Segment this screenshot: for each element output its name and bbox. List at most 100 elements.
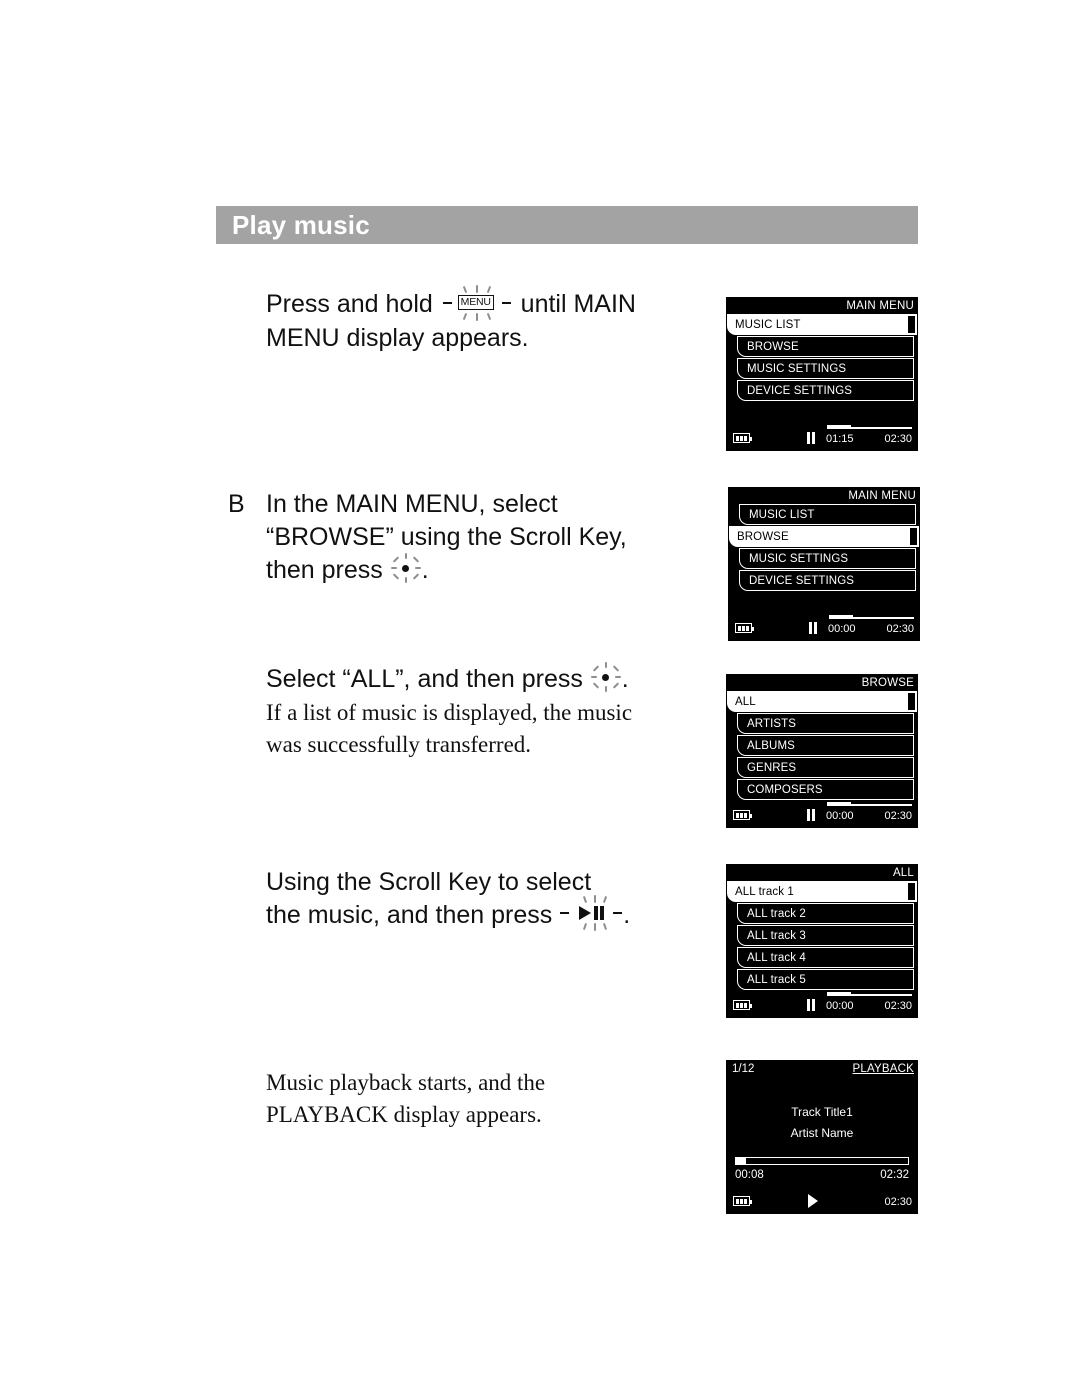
- list-item[interactable]: ALL: [727, 691, 917, 712]
- progress-bar[interactable]: [827, 992, 912, 996]
- artist-name: Artist Name: [790, 1126, 854, 1140]
- list-item[interactable]: ALBUMS: [727, 735, 917, 756]
- step-4: Using the Scroll Key to select the music…: [266, 866, 726, 932]
- list-item[interactable]: ALL track 5: [727, 969, 917, 990]
- list-item[interactable]: ALL track 3: [727, 925, 917, 946]
- list-item[interactable]: ALL track 4: [727, 947, 917, 968]
- play-triangle-icon: [579, 906, 592, 921]
- status-bar: 01:15 02:30: [727, 424, 917, 450]
- playback-progress-bar[interactable]: [735, 1157, 909, 1165]
- list-item-label: BROWSE: [747, 340, 799, 353]
- pause-icon: [807, 809, 816, 821]
- list-item[interactable]: COMPOSERS: [727, 779, 917, 800]
- screen-title: PLAYBACK: [852, 1063, 914, 1075]
- screen-title: MAIN MENU: [846, 300, 914, 312]
- menu-key-dash-left: [442, 302, 452, 305]
- step-3-note-2: was successfully transferred.: [266, 732, 532, 757]
- device-screen-all-tracks: ALL ALL track 1 ALL track 2 ALL track 3 …: [726, 864, 918, 1018]
- progress-bar[interactable]: [829, 615, 914, 619]
- device-screen-main-menu-1: MAIN MENU MUSIC LIST BROWSE MUSIC SETTIN…: [726, 297, 918, 451]
- scroll-key-center-icon: [390, 553, 421, 584]
- list-item[interactable]: BROWSE: [729, 526, 919, 547]
- list-item-label: MUSIC SETTINGS: [749, 552, 849, 565]
- pause-icon: [807, 999, 816, 1011]
- battery-icon: [733, 1000, 752, 1010]
- total-time: 02:30: [884, 1000, 912, 1012]
- progress-bar[interactable]: [827, 425, 912, 429]
- step-2-text-post: .: [421, 556, 429, 584]
- track-title: Track Title1: [791, 1105, 853, 1119]
- scroll-key-center-icon: [590, 662, 621, 693]
- list-item[interactable]: ARTISTS: [727, 713, 917, 734]
- pause-bar-1-icon: [594, 906, 599, 921]
- list-item[interactable]: DEVICE SETTINGS: [727, 380, 917, 401]
- elapsed-time: 00:00: [828, 623, 856, 635]
- scrollbar-thumb[interactable]: [908, 883, 915, 900]
- device-screen-main-menu-2: MAIN MENU MUSIC LIST BROWSE MUSIC SETTIN…: [728, 487, 920, 641]
- step-4-line-1: Using the Scroll Key to select: [266, 868, 592, 896]
- elapsed-time: 01:15: [826, 433, 854, 445]
- list-item-label: DEVICE SETTINGS: [749, 574, 855, 587]
- step-5-note-2: PLAYBACK display appears.: [266, 1102, 542, 1127]
- pause-icon: [809, 622, 818, 634]
- total-time: 02:30: [884, 433, 912, 445]
- pause-icon: [807, 432, 816, 444]
- menu-key-label: MENU: [457, 295, 494, 311]
- list-item-label: MUSIC LIST: [735, 318, 801, 331]
- list-item[interactable]: ALL track 1: [727, 881, 917, 902]
- total-time: 02:30: [886, 623, 914, 635]
- list-item-label: BROWSE: [737, 530, 789, 543]
- screen-list: MUSIC LIST BROWSE MUSIC SETTINGS DEVICE …: [727, 314, 917, 402]
- step-5-body: Music playback starts, and the PLAYBACK …: [266, 1066, 726, 1130]
- battery-icon: [733, 433, 752, 443]
- screen-title: MAIN MENU: [848, 490, 916, 502]
- step-5: Music playback starts, and the PLAYBACK …: [266, 1066, 726, 1130]
- total-time: 02:30: [884, 810, 912, 822]
- screen-title: ALL: [892, 867, 914, 879]
- screen-list: ALL ARTISTS ALBUMS GENRES COMPOSERS: [727, 691, 917, 801]
- section-header-band: Play music: [216, 206, 918, 244]
- play-pause-dash-right: [613, 912, 623, 915]
- step-2-marker: B: [228, 490, 245, 518]
- play-icon: [808, 1194, 818, 1208]
- list-item[interactable]: MUSIC SETTINGS: [729, 548, 919, 569]
- step-2-body: In the MAIN MENU, select “BROWSE” using …: [266, 488, 708, 587]
- battery-icon: [733, 810, 752, 820]
- scrollbar-thumb[interactable]: [910, 528, 917, 545]
- scrollbar-thumb[interactable]: [908, 693, 915, 710]
- list-item[interactable]: BROWSE: [727, 336, 917, 357]
- list-item-label: COMPOSERS: [747, 783, 823, 796]
- pause-bar-2-icon: [600, 906, 605, 921]
- list-item-label: ALL track 3: [747, 929, 806, 942]
- list-item[interactable]: MUSIC LIST: [729, 504, 919, 525]
- step-2-line-3: then press .: [266, 553, 708, 587]
- step-2-text-pre: then press: [266, 556, 390, 584]
- list-item[interactable]: MUSIC LIST: [727, 314, 917, 335]
- status-bar: 02:30: [727, 1187, 917, 1213]
- list-item[interactable]: MUSIC SETTINGS: [727, 358, 917, 379]
- list-item-label: ARTISTS: [747, 717, 797, 730]
- progress-bar[interactable]: [827, 802, 912, 806]
- list-item[interactable]: ALL track 2: [727, 903, 917, 924]
- step-3-text-pre: Select “ALL”, and then press: [266, 665, 590, 693]
- total-time: 02:30: [884, 1196, 912, 1208]
- battery-icon: [733, 1196, 752, 1206]
- list-item-label: ALL track 4: [747, 951, 806, 964]
- step-3-body: Select “ALL”, and then press . If a list…: [266, 662, 726, 760]
- list-item[interactable]: DEVICE SETTINGS: [729, 570, 919, 591]
- list-item-label: ALL track 1: [735, 885, 794, 898]
- track-counter: 1/12: [732, 1063, 755, 1075]
- menu-key-dash-right: [501, 302, 511, 305]
- list-item-label: MUSIC LIST: [749, 508, 815, 521]
- step-2-line-1: In the MAIN MENU, select: [266, 490, 558, 518]
- list-item-label: DEVICE SETTINGS: [747, 384, 853, 397]
- scrollbar-thumb[interactable]: [908, 316, 915, 333]
- list-item-label: ALL track 2: [747, 907, 806, 920]
- list-item-label: ALL: [735, 695, 756, 708]
- step-1-body: Press and hold MENU until MAIN MENU disp…: [266, 285, 708, 355]
- play-pause-dash-left: [560, 912, 570, 915]
- step-1: Press and hold MENU until MAIN MENU disp…: [266, 285, 708, 355]
- step-5-note-1: Music playback starts, and the: [266, 1070, 546, 1095]
- status-bar: 00:00 02:30: [727, 991, 917, 1017]
- list-item[interactable]: GENRES: [727, 757, 917, 778]
